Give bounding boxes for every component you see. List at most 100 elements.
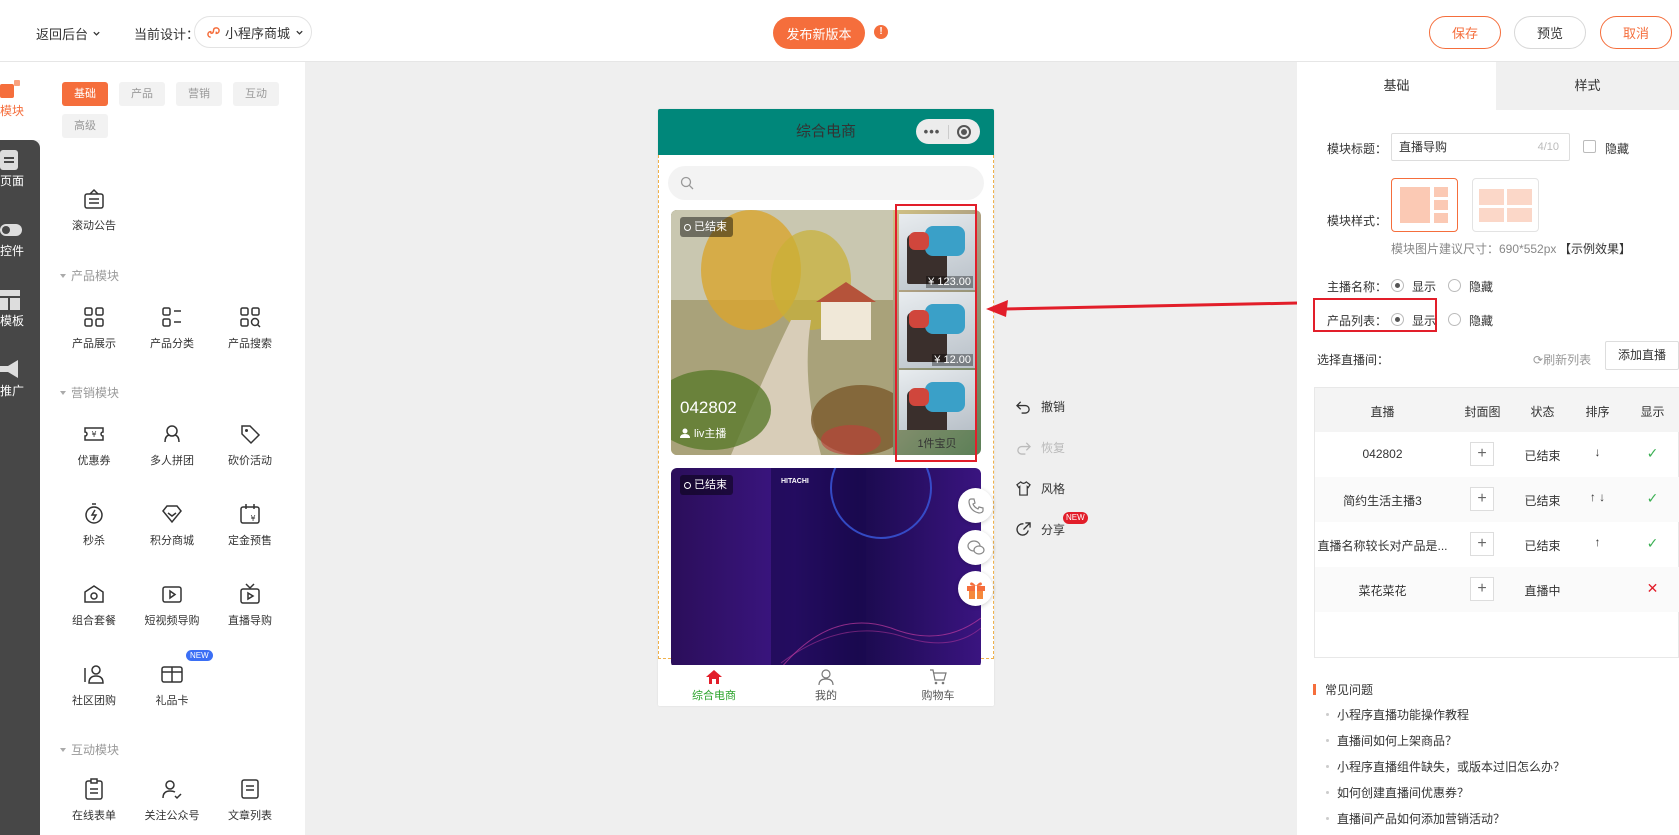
layout-thumb-icon: [1400, 187, 1448, 223]
miniprogram-capsule[interactable]: •••: [916, 119, 980, 144]
live-card-2[interactable]: 已结束 HITACHI: [671, 468, 981, 668]
rail-item-page[interactable]: 页面: [0, 150, 40, 189]
category-tab-marketing[interactable]: 营销: [176, 82, 222, 106]
module-coupon[interactable]: ¥ 优惠券: [55, 422, 133, 468]
tab-cart[interactable]: 购物车: [882, 665, 994, 706]
publish-button[interactable]: 发布新版本: [773, 17, 865, 49]
faq-text: 小程序直播组件缺失，或版本过旧怎么办？: [1337, 760, 1566, 774]
faq-link[interactable]: 小程序直播功能操作教程: [1326, 706, 1469, 723]
module-community-group[interactable]: 社区团购: [55, 662, 133, 708]
module-flash-sale[interactable]: 秒杀: [55, 502, 133, 548]
category-tab-advanced[interactable]: 高级: [62, 114, 108, 138]
live-room-name: 菜花菜花: [1358, 584, 1407, 598]
rail-item-promote[interactable]: 推广: [0, 360, 40, 399]
add-cover-button[interactable]: +: [1470, 487, 1494, 511]
redo-button[interactable]: 恢复: [1016, 439, 1065, 456]
example-link[interactable]: 【示例效果】: [1559, 240, 1631, 257]
warning-icon[interactable]: !: [874, 25, 888, 39]
add-live-button[interactable]: 添加直播: [1605, 341, 1679, 370]
more-dots-icon[interactable]: •••: [916, 119, 948, 144]
hidden-x-icon[interactable]: ✕: [1625, 580, 1679, 597]
section-product[interactable]: 产品模块: [60, 267, 119, 284]
phone-fab[interactable]: [958, 488, 993, 523]
rail-item-template[interactable]: 模板: [0, 290, 40, 329]
module-product-search[interactable]: 产品搜索: [211, 305, 289, 351]
style-button[interactable]: 风格: [1016, 480, 1065, 497]
phone-search-bar[interactable]: [668, 166, 984, 200]
module-group-buy[interactable]: 多人拼团: [133, 422, 211, 468]
module-product-category[interactable]: 产品分类: [133, 305, 211, 351]
host-name-show-radio[interactable]: [1391, 279, 1404, 292]
module-title-input[interactable]: 直播导购 4/10: [1391, 133, 1570, 161]
module-online-form[interactable]: 在线表单: [55, 777, 133, 823]
wechat-icon: [966, 539, 985, 555]
share-button[interactable]: 分享: [1016, 521, 1065, 538]
module-panel: 基础 产品 营销 互动 高级 滚动公告 产品模块 产品展示 产品分类 产品搜索 …: [40, 62, 305, 835]
gift-fab[interactable]: [958, 571, 993, 606]
module-live-shopping[interactable]: 直播导购: [211, 582, 289, 628]
redo-label: 恢复: [1041, 441, 1066, 455]
category-tab-product[interactable]: 产品: [119, 82, 165, 106]
module-product-display[interactable]: 产品展示: [55, 305, 133, 351]
sort-arrows[interactable]: ↓: [1570, 445, 1625, 459]
product-list-hide-radio[interactable]: [1448, 313, 1461, 326]
section-marketing[interactable]: 营销模块: [60, 384, 119, 401]
table-row: 菜花菜花 + 直播中 ✕: [1315, 567, 1679, 612]
rail-item-control[interactable]: 控件: [0, 220, 40, 259]
module-presale[interactable]: ¥ 定金预售: [211, 502, 289, 548]
module-combo[interactable]: 组合套餐: [55, 582, 133, 628]
save-button[interactable]: 保存: [1429, 16, 1501, 49]
tab-style[interactable]: 样式: [1496, 62, 1679, 110]
column-header: 排序: [1585, 405, 1610, 419]
host-name-hide-radio[interactable]: [1448, 279, 1461, 292]
cancel-button[interactable]: 取消: [1600, 16, 1672, 49]
rail-label: 模块: [0, 104, 25, 118]
module-scroll-notice[interactable]: 滚动公告: [55, 187, 133, 233]
undo-button[interactable]: 撤销: [1016, 398, 1065, 415]
search-icon: [680, 176, 694, 190]
module-short-video[interactable]: 短视频导购: [133, 582, 211, 628]
back-to-admin-link[interactable]: 返回后台: [36, 24, 101, 43]
refresh-list-button[interactable]: ⟳刷新列表: [1533, 351, 1591, 368]
tab-mine[interactable]: 我的: [770, 665, 882, 706]
faq-link[interactable]: 小程序直播组件缺失，或版本过旧怎么办？: [1326, 758, 1565, 775]
module-gift-card[interactable]: 礼品卡: [133, 662, 211, 708]
visible-check-icon[interactable]: ✓: [1625, 490, 1679, 507]
combo-icon: [84, 585, 104, 603]
sort-arrows[interactable]: ↑: [1570, 535, 1625, 549]
faq-link[interactable]: 直播间如何上架商品？: [1326, 732, 1457, 749]
close-ring-icon[interactable]: [957, 124, 971, 139]
faq-text: 直播间如何上架商品？: [1337, 734, 1458, 748]
section-interactive[interactable]: 互动模块: [60, 741, 119, 758]
module-follow-account[interactable]: 关注公众号: [133, 777, 211, 823]
live-status: 已结束: [1524, 539, 1561, 553]
design-select[interactable]: 小程序商城: [194, 16, 312, 48]
module-article-list[interactable]: 文章列表: [211, 777, 289, 823]
style-option-2[interactable]: [1472, 178, 1539, 232]
add-cover-button[interactable]: +: [1470, 442, 1494, 466]
preview-button[interactable]: 预览: [1514, 16, 1586, 49]
rail-item-module[interactable]: 模块: [0, 80, 40, 119]
faq-link[interactable]: 直播间产品如何添加营销活动？: [1326, 810, 1505, 827]
module-icon: [0, 80, 20, 98]
wechat-fab[interactable]: [958, 530, 993, 565]
hide-title-checkbox[interactable]: [1583, 140, 1596, 153]
diamond-icon: [162, 505, 182, 524]
style-label: 风格: [1041, 482, 1066, 496]
tab-basic[interactable]: 基础: [1297, 62, 1496, 110]
visible-check-icon[interactable]: ✓: [1625, 445, 1679, 462]
style-option-1[interactable]: [1391, 178, 1458, 232]
visible-check-icon[interactable]: ✓: [1625, 535, 1679, 552]
module-bargain[interactable]: 砍价活动: [211, 422, 289, 468]
user-check-icon: [162, 780, 182, 800]
add-cover-button[interactable]: +: [1470, 577, 1494, 601]
category-tab-interactive[interactable]: 互动: [233, 82, 279, 106]
tab-home[interactable]: 综合电商: [658, 665, 770, 706]
faq-link[interactable]: 如何创建直播间优惠券？: [1326, 784, 1469, 801]
sort-arrows[interactable]: ↑ ↓: [1570, 490, 1625, 504]
category-tab-basic[interactable]: 基础: [62, 82, 108, 106]
status-label: 已结束: [694, 221, 727, 233]
module-points-mall[interactable]: 积分商城: [133, 502, 211, 548]
add-cover-button[interactable]: +: [1470, 532, 1494, 556]
painting-image: [671, 210, 893, 455]
